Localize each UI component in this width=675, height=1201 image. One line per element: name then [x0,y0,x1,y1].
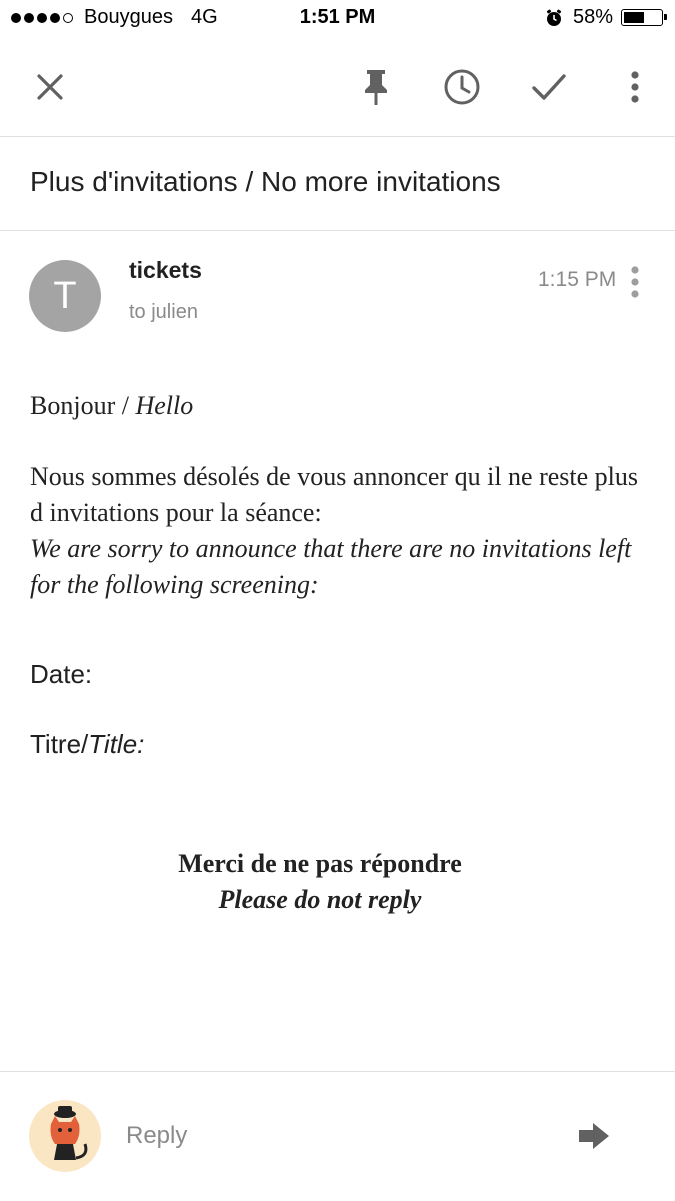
greeting: Bonjour / Hello [30,388,193,424]
title-field: Titre/Title: [30,729,144,760]
title-label-fr: Titre/ [30,729,89,759]
paragraph-fr: Nous sommes désolés de vous annoncer qu … [30,462,639,527]
noreply-fr: Merci de ne pas répondre [178,849,462,878]
paragraph-en: We are sorry to announce that there are … [30,534,632,599]
alarm-clock-icon [545,9,563,27]
reply-bar: Reply [0,1071,675,1201]
greeting-fr: Bonjour / [30,391,129,420]
reply-input[interactable]: Reply [126,1122,187,1150]
recipient-line[interactable]: to julien [129,301,198,324]
snooze-clock-icon[interactable] [440,65,484,109]
sender-avatar[interactable]: T [29,260,101,332]
title-label-en: Title: [88,729,145,759]
noreply-en: Please do not reply [218,885,422,914]
cat-figure-icon [50,1106,88,1160]
battery-icon [621,9,667,26]
email-subject: Plus d'invitations / No more invitations [30,166,501,197]
avatar-initial: T [53,274,77,317]
message-more-icon[interactable] [622,264,648,300]
close-icon[interactable] [28,65,72,109]
top-toolbar [0,38,675,137]
status-bar: Bouygues 4G 1:51 PM 58% [0,0,675,38]
greeting-en: Hello [135,391,194,420]
sender-name[interactable]: tickets [129,257,202,284]
done-check-icon[interactable] [527,65,571,109]
send-arrow-icon[interactable] [576,1120,612,1152]
pin-icon[interactable] [354,65,398,109]
user-avatar[interactable] [29,1100,101,1172]
divider [0,230,675,231]
message-paragraph: Nous sommes désolés de vous annoncer qu … [30,459,650,603]
battery-percent: 58% [572,6,613,28]
message-time: 1:15 PM [538,268,617,291]
more-vert-icon[interactable] [613,65,657,109]
date-field: Date: [30,659,93,689]
status-right: 58% [545,6,667,29]
